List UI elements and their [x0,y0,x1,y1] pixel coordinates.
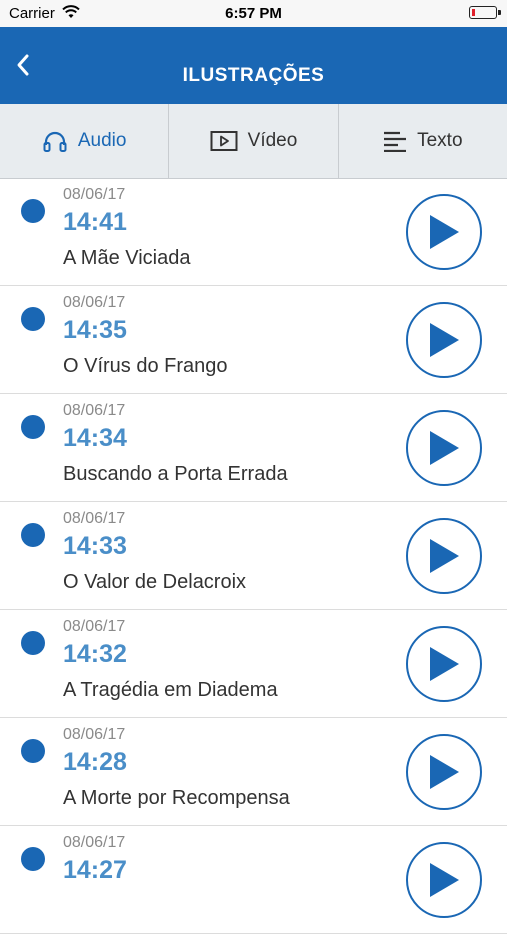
item-title: O Valor de Delacroix [63,571,247,593]
tab-audio-label: Audio [77,130,127,151]
video-icon [210,131,238,151]
list-item[interactable]: 08/06/17 14:28 A Morte por Recompensa [0,718,507,826]
item-date: 08/06/17 [63,618,126,635]
tab-video[interactable]: Vídeo [169,104,339,178]
play-button[interactable] [406,842,482,918]
play-button[interactable] [406,410,482,486]
unread-dot [21,307,45,331]
tab-text-label: Texto [417,130,463,151]
play-button[interactable] [406,194,482,270]
item-title: O Vírus do Frango [63,355,228,377]
navigation-bar: ILUSTRAÇÕES [0,27,507,104]
item-time: 14:41 [63,208,127,236]
text-lines-icon [384,131,407,152]
item-time: 14:33 [63,532,127,560]
item-title: A Mãe Viciada [63,247,191,269]
item-time: 14:32 [63,640,127,668]
play-icon [430,215,459,249]
status-time: 6:57 PM [225,5,282,22]
item-title: Buscando a Porta Errada [63,463,288,485]
list-item[interactable]: 08/06/17 14:34 Buscando a Porta Errada [0,394,507,502]
item-time: 14:34 [63,424,127,452]
item-time: 14:27 [63,856,127,884]
list-item[interactable]: 08/06/17 14:41 A Mãe Viciada [0,178,507,286]
play-icon [430,539,459,573]
item-time: 14:28 [63,748,127,776]
unread-dot [21,631,45,655]
item-date: 08/06/17 [63,510,126,527]
play-button[interactable] [406,626,482,702]
item-title: A Morte por Recompensa [63,787,290,809]
play-icon [430,647,459,681]
play-icon [430,431,459,465]
unread-dot [21,199,45,223]
item-date: 08/06/17 [63,726,126,743]
unread-dot [21,847,45,871]
status-bar: Carrier 6:57 PM [0,0,507,27]
list-item[interactable]: 08/06/17 14:27 [0,826,507,934]
item-title: A Tragédia em Diadema [63,679,278,701]
play-icon [430,863,459,897]
unread-dot [21,523,45,547]
list-item[interactable]: 08/06/17 14:33 O Valor de Delacroix [0,502,507,610]
play-button[interactable] [406,302,482,378]
media-tabs: Audio Vídeo Texto [0,104,507,179]
play-icon [430,755,459,789]
tab-text[interactable]: Texto [339,104,507,178]
list-item[interactable]: 08/06/17 14:32 A Tragédia em Diadema [0,610,507,718]
unread-dot [21,739,45,763]
play-button[interactable] [406,518,482,594]
tab-video-label: Vídeo [247,130,298,151]
list-item[interactable]: 08/06/17 14:35 O Vírus do Frango [0,286,507,394]
tab-audio[interactable]: Audio [0,104,170,178]
battery-icon [469,6,501,19]
illustrations-list: 08/06/17 14:41 A Mãe Viciada 08/06/17 14… [0,178,507,934]
item-date: 08/06/17 [63,294,126,311]
page-title: ILUSTRAÇÕES [182,65,325,86]
play-icon [430,323,459,357]
item-time: 14:35 [63,316,127,344]
headphones-icon [43,131,67,152]
play-button[interactable] [406,734,482,810]
item-date: 08/06/17 [63,402,126,419]
item-date: 08/06/17 [63,186,126,203]
item-date: 08/06/17 [63,834,126,851]
unread-dot [21,415,45,439]
